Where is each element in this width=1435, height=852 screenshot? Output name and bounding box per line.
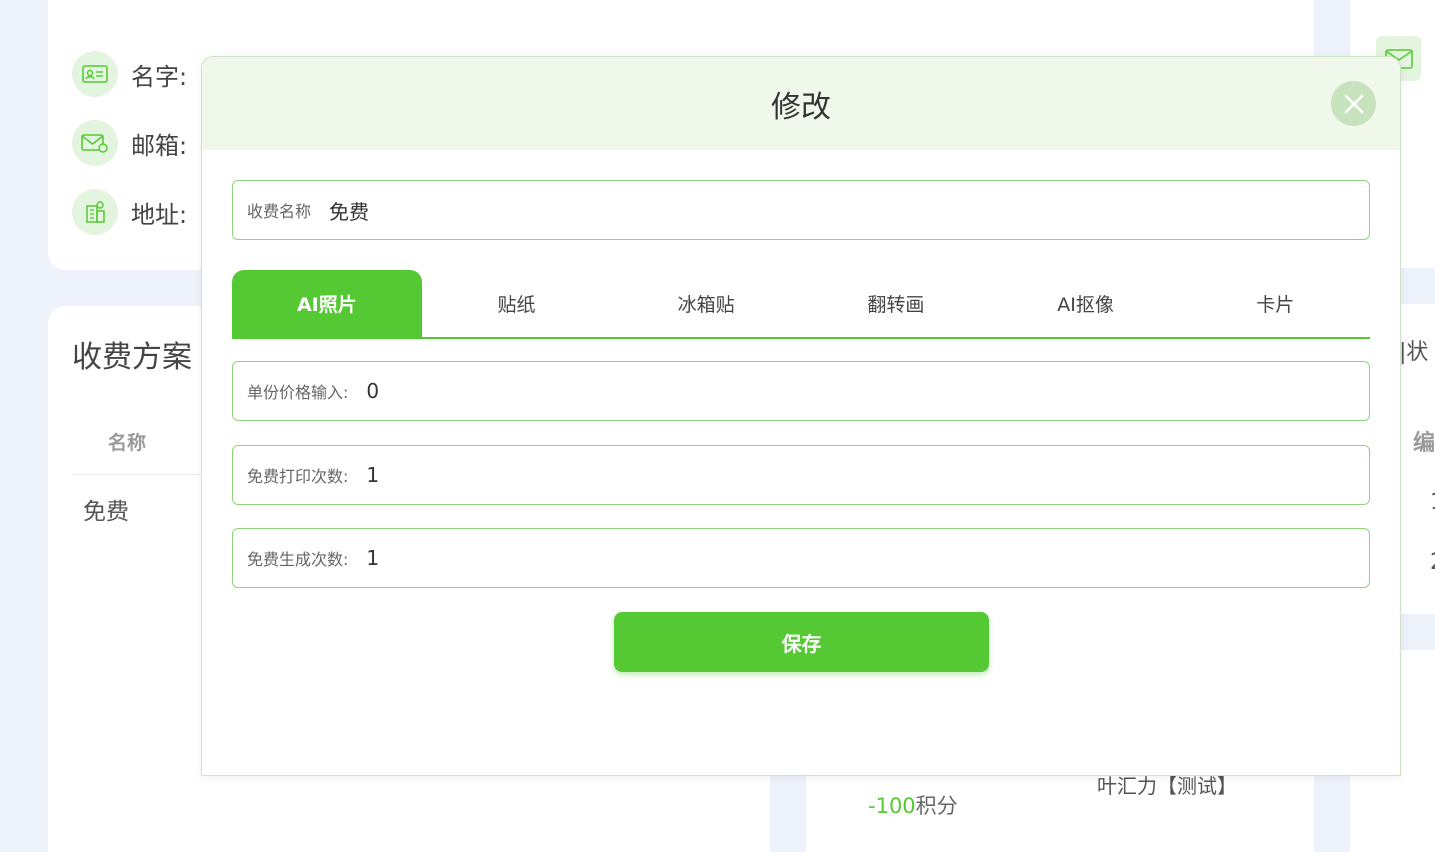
free-gen-value[interactable]: 1 [366,546,379,570]
tab-card[interactable]: 卡片 [1180,270,1370,337]
tab-sticker[interactable]: 贴纸 [422,270,612,337]
name-row: 名字: [72,51,187,97]
right-card-footer [1400,614,1435,650]
free-print-value[interactable]: 1 [366,463,379,487]
name-label: 名字: [131,62,188,91]
price-value[interactable]: 0 [366,379,379,403]
fee-name-value[interactable]: 免费 [329,196,369,225]
free-print-field[interactable]: 免费打印次数: 1 [232,445,1370,505]
points-unit: 积分 [915,794,958,818]
modal-title: 修改 [771,89,831,125]
address-row: 地址: [72,189,187,235]
email-row: 邮箱: [72,120,187,166]
price-label: 单份价格输入: [247,383,349,402]
free-gen-field[interactable]: 免费生成次数: 1 [232,528,1370,588]
tab-flip-picture[interactable]: 翻转画 [801,270,991,337]
right-card-gap [1400,268,1435,304]
table-row-name: 免费 [83,499,129,525]
free-print-label: 免费打印次数: [247,467,349,486]
tab-ai-cutout[interactable]: AI抠像 [991,270,1181,337]
product-tabs: AI照片 贴纸 冰箱贴 翻转画 AI抠像 卡片 [232,270,1370,339]
free-gen-label: 免费生成次数: [247,550,349,569]
points-value: -100 [868,794,916,818]
email-icon [72,120,118,166]
edit-header-fragment: 编 [1413,431,1435,456]
status-header-fragment: |状 [1399,340,1429,365]
building-icon [72,189,118,235]
pricing-title: 收费方案 [72,340,192,375]
column-header-name: 名称 [108,432,147,454]
fee-name-label: 收费名称 [247,202,312,221]
edit-modal: 修改 收费名称 免费 AI照片 贴纸 冰箱贴 翻转画 AI抠像 卡片 单份价格输… [201,56,1401,776]
close-button[interactable] [1331,81,1376,126]
row1-fragment: 1 [1430,490,1435,515]
save-button[interactable]: 保存 [614,612,989,672]
price-field[interactable]: 单份价格输入: 0 [232,361,1370,421]
modal-header: 修改 [202,57,1400,150]
points-change: -100积分 [868,790,958,820]
tab-fridge-magnet[interactable]: 冰箱贴 [611,270,801,337]
close-icon [1344,94,1363,113]
address-label: 地址: [131,200,188,229]
fee-name-field[interactable]: 收费名称 免费 [232,180,1370,240]
email-label: 邮箱: [131,131,188,160]
row2-fragment: 2 [1430,550,1435,575]
id-card-icon [72,51,118,97]
tab-ai-photo[interactable]: AI照片 [232,270,422,337]
